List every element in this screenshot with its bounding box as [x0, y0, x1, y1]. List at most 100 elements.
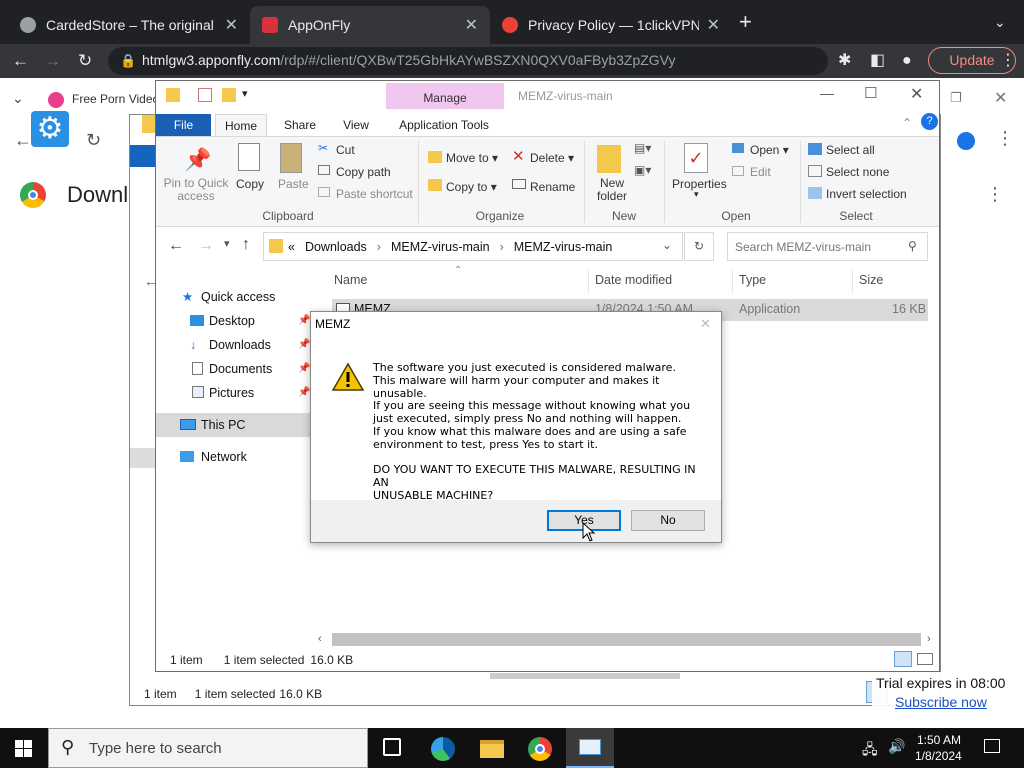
edit-button[interactable]: Edit [750, 165, 771, 179]
no-button[interactable]: No [631, 510, 705, 531]
delete-button[interactable]: Delete ▾ [530, 151, 574, 165]
tab-share[interactable]: Share [274, 114, 326, 136]
taskbar-active-app[interactable] [566, 728, 614, 768]
copy-button[interactable]: Copy [236, 177, 264, 191]
gear-icon[interactable]: ⚙ [31, 111, 69, 147]
column-size[interactable]: Size [859, 273, 883, 287]
clock-date[interactable]: 1/8/2024 [915, 749, 962, 763]
network-icon[interactable]: 🖧 [862, 739, 878, 763]
pin-to-quick-access-button[interactable]: Pin to Quick access [162, 177, 230, 203]
reload-icon[interactable]: ↻ [78, 44, 92, 78]
refresh-button[interactable]: ↻ [684, 232, 714, 261]
task-view-icon[interactable] [383, 738, 401, 756]
copy-path-button[interactable]: Copy path [336, 165, 391, 179]
restore-icon[interactable]: ❐ [950, 90, 962, 106]
open-button[interactable]: Open ▾ [750, 143, 789, 157]
chevron-down-icon[interactable]: ⌄ [12, 90, 24, 107]
close-icon[interactable]: ✕ [994, 88, 1007, 108]
windows-start-icon[interactable] [15, 740, 32, 757]
recent-locations-icon[interactable]: ▾ [224, 237, 230, 250]
file-explorer-icon[interactable] [480, 740, 504, 758]
cut-button[interactable]: Cut [336, 143, 355, 157]
column-name[interactable]: Name [334, 273, 367, 287]
scroll-left-icon[interactable]: ‹ [318, 633, 322, 645]
notifications-icon[interactable] [984, 739, 1000, 753]
breadcrumb-memz-virus-main-current[interactable]: MEMZ-virus-main [514, 240, 613, 254]
select-all-button[interactable]: Select all [826, 143, 875, 157]
easy-access-icon[interactable]: ▣▾ [634, 163, 651, 177]
new-folder-button[interactable]: New folder [594, 177, 630, 203]
nav-downloads[interactable]: ↓ Downloads 📌 [156, 333, 311, 357]
back-arrow-icon[interactable]: ← [14, 130, 32, 151]
file-tab[interactable] [130, 145, 158, 167]
new-item-icon[interactable]: ▤▾ [634, 141, 651, 155]
scrollbar[interactable] [490, 673, 680, 679]
tab-apponfly[interactable]: AppOnFly ✕ [250, 6, 490, 44]
close-icon[interactable]: ✕ [707, 15, 720, 35]
maximize-button[interactable]: ☐ [864, 84, 877, 102]
scroll-right-icon[interactable]: › [927, 633, 931, 645]
forward-arrow-icon[interactable]: → [198, 237, 214, 255]
close-icon[interactable]: ✕ [700, 316, 711, 332]
address-breadcrumb[interactable]: « Downloads › MEMZ-virus-main › MEMZ-vir… [263, 232, 683, 261]
breadcrumb-downloads[interactable]: Downloads [305, 240, 367, 254]
close-button[interactable]: ✕ [910, 84, 923, 104]
select-none-button[interactable]: Select none [826, 165, 889, 179]
forward-arrow-icon[interactable]: → [44, 44, 61, 78]
back-arrow-icon[interactable]: ← [168, 237, 184, 255]
nav-this-pc[interactable]: This PC [156, 413, 311, 437]
horizontal-scrollbar-thumb[interactable] [332, 633, 921, 646]
copy-to-button[interactable]: Copy to ▾ [446, 180, 497, 194]
properties-check-icon[interactable] [198, 88, 212, 102]
taskbar-search[interactable]: ⚲ Type here to search [48, 728, 368, 768]
rename-button[interactable]: Rename [530, 180, 575, 194]
tab-file[interactable]: File [156, 114, 211, 136]
properties-button[interactable]: Properties [672, 177, 727, 191]
nav-documents[interactable]: Documents 📌 [156, 357, 311, 381]
new-tab-button[interactable]: + [739, 5, 752, 39]
tab-cardedstore[interactable]: CardedStore – The original car ✕ [8, 6, 250, 44]
breadcrumb-memz-virus-main[interactable]: MEMZ-virus-main [391, 240, 490, 254]
breadcrumb-overflow[interactable]: « [288, 240, 295, 254]
paste-button[interactable]: Paste [278, 177, 309, 191]
tab-privacy-policy[interactable]: Privacy Policy — 1clickVPN ✕ [490, 6, 732, 44]
reload-icon[interactable]: ↻ [86, 130, 101, 151]
new-folder-icon[interactable] [222, 88, 236, 102]
collapse-ribbon-icon[interactable]: ⌃ [902, 116, 912, 130]
nav-pictures[interactable]: Pictures 📌 [156, 381, 311, 405]
pin-icon[interactable]: 📌 [298, 309, 310, 333]
large-icons-view-icon[interactable] [917, 653, 933, 665]
column-divider[interactable] [588, 269, 589, 293]
minimize-button[interactable]: — [820, 85, 834, 101]
up-arrow-icon[interactable]: ↑ [242, 236, 250, 254]
tab-application-tools[interactable]: Application Tools [390, 114, 498, 136]
avatar[interactable] [957, 132, 975, 150]
chevron-down-icon[interactable]: ▾ [694, 189, 699, 200]
chevron-down-icon[interactable]: ▾ [242, 87, 248, 100]
pin-icon[interactable]: 📌 [298, 333, 310, 357]
chevron-down-icon[interactable]: ⌄ [662, 238, 672, 252]
details-view-icon[interactable] [894, 651, 912, 667]
nav-desktop[interactable]: Desktop 📌 [156, 309, 311, 333]
pin-icon[interactable]: 📌 [298, 357, 310, 381]
profile-icon[interactable]: ● [902, 44, 912, 78]
search-field[interactable]: Search MEMZ-virus-main ⚲ [727, 232, 928, 261]
extensions-icon[interactable]: ✱ [838, 44, 851, 78]
help-icon[interactable]: ? [921, 113, 938, 130]
clock-time[interactable]: 1:50 AM [917, 733, 961, 747]
column-date-modified[interactable]: Date modified [595, 273, 672, 287]
close-icon[interactable]: ✕ [225, 15, 238, 35]
nav-quick-access[interactable]: ★ Quick access [156, 285, 311, 309]
back-arrow-icon[interactable]: ← [12, 44, 29, 78]
tab-view[interactable]: View [332, 114, 380, 136]
paste-shortcut-button[interactable]: Paste shortcut [336, 187, 413, 201]
menu-icon[interactable]: ⋮ [986, 184, 1004, 205]
pin-icon[interactable]: 📌 [298, 381, 310, 405]
column-type[interactable]: Type [739, 273, 766, 287]
sidepanel-icon[interactable]: ◧ [870, 44, 885, 78]
edge-icon[interactable] [431, 737, 455, 761]
menu-icon[interactable]: ⋮ [996, 128, 1014, 149]
address-bar[interactable]: 🔒 htmlgw3.apponfly.com/rdp/#/client/QXBw… [108, 47, 828, 75]
bookmark-free-porn-video[interactable]: Free Porn Video [72, 92, 159, 106]
update-button[interactable]: Update [928, 47, 1016, 74]
